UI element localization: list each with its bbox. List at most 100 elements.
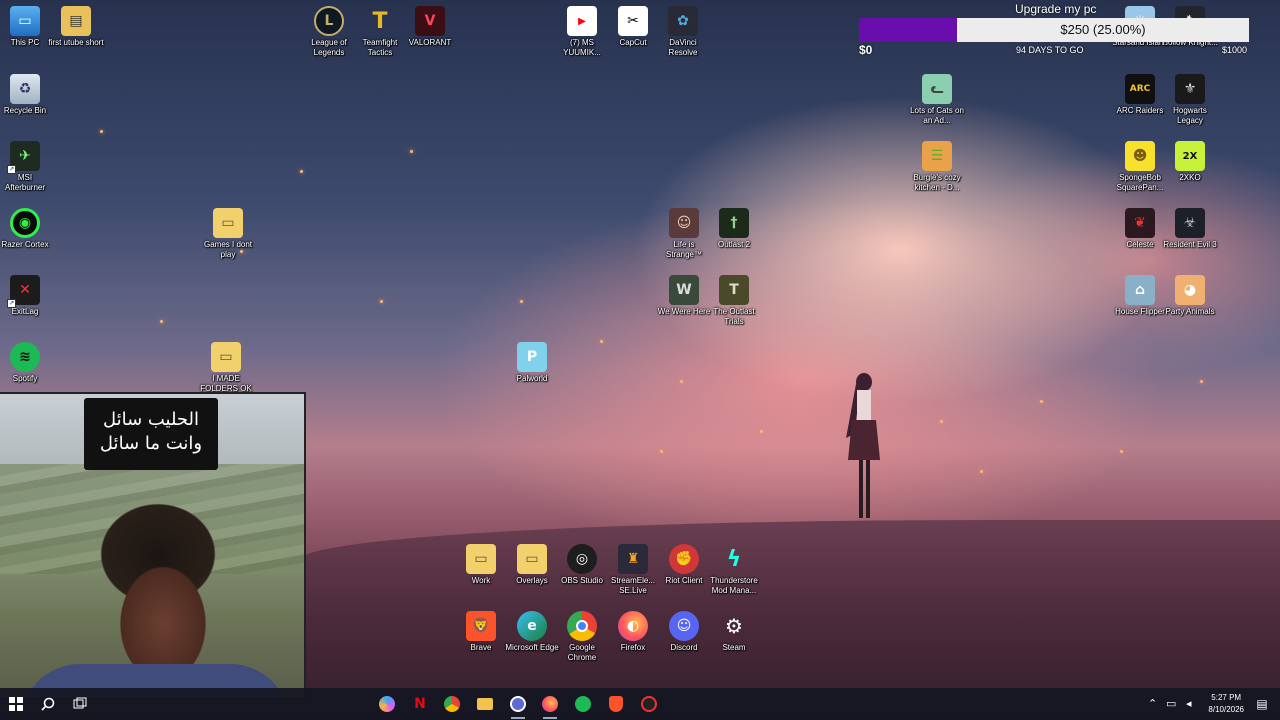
house-flipper-icon: ⌂ xyxy=(1125,275,1155,305)
desktop-icon-house-flipper[interactable]: ⌂ House Flipper xyxy=(1112,275,1168,317)
desktop-icon-2xko[interactable]: 2X 2XKO xyxy=(1162,141,1218,183)
razer-cortex-icon: ◉ xyxy=(10,208,40,238)
desktop-icon-discord[interactable]: ☺ Discord xyxy=(656,611,712,653)
desktop-icon-razer-cortex[interactable]: ◉ Razer Cortex xyxy=(0,208,53,250)
task-view-icon xyxy=(73,697,87,709)
cat-game-icon: ᓚ xyxy=(922,74,952,104)
desktop-icon-work[interactable]: ▭ Work xyxy=(453,544,509,586)
chrome-icon xyxy=(444,696,460,712)
desktop-icon-this-pc[interactable]: ▭ This PC xyxy=(0,6,53,48)
search-icon xyxy=(41,697,55,711)
davinci-resolve-icon: ✿ xyxy=(668,6,698,36)
desktop-icon-burgie[interactable]: ☰ Burgie's cozy kitchen - D... xyxy=(909,141,965,193)
spotify-icon: ≋ xyxy=(10,342,40,372)
taskbar-obs[interactable] xyxy=(508,694,528,719)
desktop-icon-we-were-here[interactable]: W We Were Here xyxy=(656,275,712,317)
clock-date: 8/10/2026 xyxy=(1208,705,1244,714)
clock-time: 5:27 PM xyxy=(1211,693,1242,702)
desktop-icon-arc-raiders[interactable]: ARC ARC Raiders xyxy=(1112,74,1168,116)
desktop-icon-microsoft-edge[interactable]: e Microsoft Edge xyxy=(504,611,560,653)
wallpaper-girl xyxy=(846,373,880,518)
taskbar-copilot[interactable] xyxy=(377,694,397,714)
volume-icon[interactable]: ◂ xyxy=(1186,697,1192,710)
desktop-icon-resident-evil-3[interactable]: ☣ Resident Evil 3 xyxy=(1162,208,1218,250)
taskbar-chrome[interactable] xyxy=(442,694,462,714)
copilot-icon xyxy=(379,696,395,712)
resident-evil-icon: ☣ xyxy=(1175,208,1205,238)
palworld-icon: P xyxy=(517,342,547,372)
folder-icon: ▭ xyxy=(213,208,243,238)
desktop-icon-msi-afterburner[interactable]: ✈ ↗ MSI Afterburner xyxy=(0,141,53,193)
outlast-2-icon: † xyxy=(719,208,749,238)
youtube-icon: ▶ xyxy=(567,6,597,36)
chevron-up-icon[interactable]: ⌃ xyxy=(1148,697,1157,710)
brave-icon xyxy=(609,696,623,712)
desktop-icon-hogwarts-legacy[interactable]: ⚜ Hogwarts Legacy xyxy=(1162,74,1218,126)
taskbar-spotify[interactable] xyxy=(573,694,593,714)
webcam-caption: الحليب سائل وانت ما سائل xyxy=(84,398,218,470)
caption-line-2: وانت ما سائل xyxy=(99,433,203,454)
network-icon[interactable]: ▭ xyxy=(1166,697,1176,710)
desktop-icon-games-folder[interactable]: ▭ Games I dont play xyxy=(200,208,256,260)
desktop-icon-firefox[interactable]: ◐ Firefox xyxy=(605,611,661,653)
desktop-icon-davinci-resolve[interactable]: ✿ DaVinci Resolve xyxy=(655,6,711,58)
windows-icon xyxy=(9,697,23,711)
desktop-icon-thunderstore[interactable]: ϟ Thunderstore Mod Mana... xyxy=(706,544,762,596)
desktop-icon-party-animals[interactable]: ◕ Party Animals xyxy=(1162,275,1218,317)
desktop-icon-lots-of-cats[interactable]: ᓚ Lots of Cats on an Ad... xyxy=(909,74,965,126)
desktop-icon-obs-studio[interactable]: ◎ OBS Studio xyxy=(554,544,610,586)
hogwarts-legacy-icon: ⚜ xyxy=(1175,74,1205,104)
desktop-icon-celeste[interactable]: ❦ Celeste xyxy=(1112,208,1168,250)
outlast-trials-icon: T xyxy=(719,275,749,305)
league-of-legends-icon: L xyxy=(314,6,344,36)
folder-icon xyxy=(477,698,493,710)
desktop-icon-spongebob[interactable]: ☻ SpongeBob SquarePan... xyxy=(1112,141,1168,193)
desktop-icon-league-of-legends[interactable]: L League of Legends xyxy=(301,6,357,58)
msi-afterburner-icon: ✈ ↗ xyxy=(7,141,40,174)
desktop-icon-spotify[interactable]: ≋ Spotify xyxy=(0,342,53,384)
desktop-icon-recycle-bin[interactable]: ♻ Recycle Bin xyxy=(0,74,53,116)
task-view-button[interactable] xyxy=(70,694,90,714)
desktop-icon-outlast-trials[interactable]: T The Outlast Trials xyxy=(706,275,762,327)
folder-icon: ▭ xyxy=(211,342,241,372)
desktop-icon-outlast-2[interactable]: † Outlast 2 xyxy=(706,208,762,250)
desktop-icon-life-is-strange[interactable]: ☺ Life is Strange™ xyxy=(656,208,712,260)
desktop-icon-ms-yuumi[interactable]: ▶ (7) MS YUUMIK... xyxy=(554,6,610,58)
desktop-icon-capcut[interactable]: ✂ CapCut xyxy=(605,6,661,48)
desktop-icon-valorant[interactable]: V VALORANT xyxy=(402,6,458,48)
taskbar-netflix[interactable]: N xyxy=(410,694,430,714)
exitlag-icon: ✕ ↗ xyxy=(7,275,40,308)
desktop-icon-google-chrome[interactable]: Google Chrome xyxy=(554,611,610,663)
desktop-icon-exitlag[interactable]: ✕ ↗ ExitLag xyxy=(0,275,53,317)
spotify-icon xyxy=(575,696,591,712)
2xko-icon: 2X xyxy=(1175,141,1205,171)
celeste-strawberry-icon: ❦ xyxy=(1125,208,1155,238)
desktop-icon-palworld[interactable]: P Palworld xyxy=(504,342,560,384)
search-button[interactable] xyxy=(38,694,58,714)
start-button[interactable] xyxy=(6,694,26,714)
computer-icon: ▭ xyxy=(10,6,40,36)
desktop-icon-teamfight-tactics[interactable]: T Teamfight Tactics xyxy=(352,6,408,58)
upgrade-progress-bar: $250 (25.00%) xyxy=(859,18,1249,42)
taskbar-file-explorer[interactable] xyxy=(475,694,495,714)
caption-line-1: الحليب سائل xyxy=(102,409,200,430)
desktop-icon-riot-client[interactable]: ✊ Riot Client xyxy=(656,544,712,586)
desktop-icon-steam[interactable]: ⚙ Steam xyxy=(706,611,762,653)
desktop-icon-made-folders[interactable]: ▭ I MADE FOLDERS OK xyxy=(198,342,254,394)
desktop-icon-first-short[interactable]: ▤ first utube short xyxy=(48,6,104,48)
teamfight-tactics-icon: T xyxy=(372,8,388,34)
taskbar-clock[interactable]: 5:27 PM 8/10/2026 xyxy=(1208,692,1244,716)
upgrade-progress-text: $250 (25.00%) xyxy=(1060,22,1146,37)
notification-icon: ▤ xyxy=(1256,697,1268,711)
desktop-icon-overlays[interactable]: ▭ Overlays xyxy=(504,544,560,586)
we-were-here-icon: W xyxy=(669,275,699,305)
desktop-icon-streamelements[interactable]: ♜ StreamEle... SE.Live xyxy=(605,544,661,596)
notifications-button[interactable]: ▤ xyxy=(1252,694,1272,714)
upgrade-widget-title: Upgrade my pc xyxy=(1015,2,1097,16)
taskbar-app[interactable] xyxy=(639,694,659,714)
taskbar-brave[interactable] xyxy=(606,694,626,714)
firefox-icon xyxy=(542,696,558,712)
taskbar-firefox[interactable] xyxy=(540,694,560,719)
desktop-icon-brave[interactable]: 🦁 Brave xyxy=(453,611,509,653)
party-animals-icon: ◕ xyxy=(1175,275,1205,305)
